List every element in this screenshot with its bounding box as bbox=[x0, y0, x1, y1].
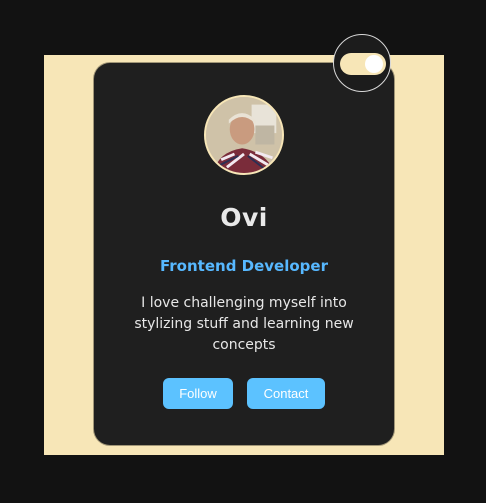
toggle-knob-icon[interactable] bbox=[365, 55, 383, 73]
avatar-photo-icon bbox=[206, 97, 282, 173]
profile-name: Ovi bbox=[220, 203, 268, 232]
contact-button[interactable]: Contact bbox=[247, 378, 325, 409]
profile-bio: I love challenging myself into stylizing… bbox=[134, 295, 354, 353]
actions: Follow Contact bbox=[94, 378, 394, 409]
theme-toggle-container bbox=[333, 34, 391, 92]
avatar bbox=[204, 95, 284, 175]
follow-button[interactable]: Follow bbox=[163, 378, 233, 409]
theme-toggle-switch[interactable] bbox=[340, 53, 386, 75]
profile-card: Ovi Frontend Developer I love challengin… bbox=[94, 63, 394, 445]
profile-role: Frontend Developer bbox=[160, 257, 328, 275]
page: Ovi Frontend Developer I love challengin… bbox=[0, 0, 486, 503]
